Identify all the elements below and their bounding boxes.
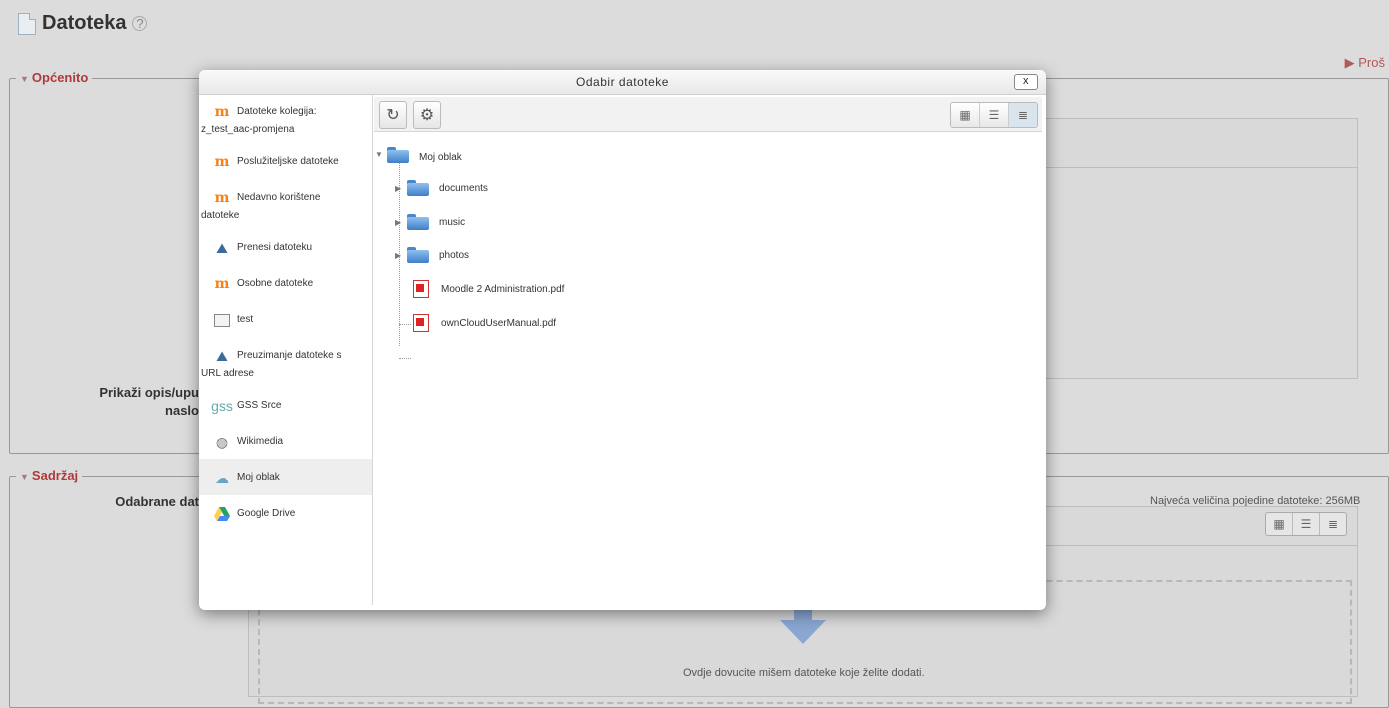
tree-node-file[interactable]: Moodle 2 Administration.pdf <box>413 280 564 298</box>
tree-node-folder[interactable]: ▶ photos <box>395 247 469 263</box>
sidebar-item-url-download[interactable]: ⛰ Preuzimanje datoteke s URL adrese <box>199 337 372 387</box>
sidebar-item-label: Osobne datoteke <box>237 278 314 289</box>
chevron-right-icon[interactable]: ▶ <box>395 251 407 260</box>
sidebar-item-owncloud[interactable]: ☁ Moj oblak <box>199 459 372 495</box>
settings-button[interactable]: ⚙ <box>413 101 441 129</box>
tree-view-icon[interactable]: ≣ <box>1320 513 1346 535</box>
chevron-down-icon[interactable]: ▼ <box>375 150 387 159</box>
editor-toolbar-bg <box>1040 118 1358 168</box>
show-description-label-2: naslo <box>165 403 199 418</box>
moodle-icon: m <box>214 154 230 170</box>
sidebar-item-private-files[interactable]: m Osobne datoteke <box>199 265 372 301</box>
sidebar-item-label: Datoteke kolegija: <box>237 106 317 117</box>
chevron-down-icon: ▼ <box>20 472 29 482</box>
wikimedia-icon: ◍ <box>215 434 229 450</box>
dialog-header: Odabir datoteke x <box>199 70 1046 95</box>
list-view-icon[interactable]: ☰ <box>980 103 1009 127</box>
tree-node-label: ownCloudUserManual.pdf <box>441 317 557 329</box>
sidebar-item-wikimedia[interactable]: ◍ Wikimedia <box>199 423 372 459</box>
sidebar-item-label: Wikimedia <box>237 436 284 447</box>
chevron-right-icon[interactable]: ▶ <box>395 218 407 227</box>
folder-icon <box>407 214 429 230</box>
selected-files-label: Odabrane dat <box>115 494 199 509</box>
filemanager-view-buttons: ▦ ☰ ≣ <box>1265 512 1347 536</box>
sidebar-item-label: Prenesi datoteku <box>237 242 313 253</box>
show-description-label: Prikaži opis/upu <box>99 385 199 400</box>
folder-icon <box>387 146 409 163</box>
sidebar-item-upload[interactable]: ⛰ Prenesi datoteku <box>199 229 372 265</box>
tree-node-label: music <box>439 216 466 228</box>
expand-all-link[interactable]: ▶ Proš <box>1345 55 1385 71</box>
pdf-icon <box>413 280 429 298</box>
file-icon <box>18 12 36 35</box>
icons-view-icon[interactable]: ▦ <box>951 103 980 127</box>
sidebar-item-label: GSS Srce <box>237 400 282 411</box>
owncloud-icon: ☁ <box>215 470 229 486</box>
close-button[interactable]: x <box>1014 74 1038 90</box>
google-drive-icon <box>213 506 231 522</box>
expand-all-label: Proš <box>1358 55 1385 70</box>
view-mode-buttons: ▦ ☰ ≣ <box>950 102 1038 128</box>
moodle-icon: m <box>214 276 230 292</box>
tree-node-file[interactable]: ownCloudUserManual.pdf <box>413 314 556 332</box>
content-legend[interactable]: ▼ Sadržaj <box>16 468 83 483</box>
sidebar-item-label-2: URL adrese <box>201 368 254 379</box>
file-picker-dialog: Odabir datoteke x m Datoteke kolegija: z_… <box>199 70 1046 610</box>
list-view-icon[interactable]: ☰ <box>1293 513 1320 535</box>
icons-view-icon[interactable]: ▦ <box>1266 513 1293 535</box>
close-icon: x <box>1023 75 1029 87</box>
drop-zone-text: Ovdje dovucite mišem datoteke koje želit… <box>683 667 925 679</box>
tree-node-folder[interactable]: ▶ music <box>395 214 465 230</box>
sidebar-item-label: test <box>237 314 254 325</box>
tree-view-icon[interactable]: ≣ <box>1009 103 1037 127</box>
sidebar-item-gss[interactable]: gss GSS Srce <box>199 387 372 423</box>
tree-node-label: photos <box>439 249 470 261</box>
dialog-title: Odabir datoteke <box>576 75 669 89</box>
tree-line <box>399 358 411 359</box>
download-url-icon: ⛰ <box>216 348 228 364</box>
repository-icon <box>213 312 231 328</box>
description-editor-bg[interactable] <box>1040 167 1358 379</box>
sidebar-item-label: Google Drive <box>237 508 296 519</box>
sidebar-item-google-drive[interactable]: Google Drive <box>199 495 372 531</box>
chevron-down-icon: ▼ <box>20 74 29 84</box>
tree-node-root[interactable]: ▼ Moj oblak <box>375 146 462 163</box>
content-legend-label: Sadržaj <box>31 468 79 483</box>
sidebar-item-recent-files[interactable]: m Nedavno korištene datoteke <box>199 179 372 229</box>
sidebar-item-label: Moj oblak <box>237 472 280 483</box>
refresh-button[interactable]: ↻ <box>379 101 407 129</box>
page-title: Datoteka ? <box>18 12 148 35</box>
repository-sidebar: m Datoteke kolegija: z_test_aac-promjena … <box>199 95 373 605</box>
page-title-text: Datoteka <box>42 12 127 34</box>
drop-arrow-icon <box>780 606 826 644</box>
refresh-icon: ↻ <box>386 107 400 124</box>
chevron-right-icon[interactable]: ▶ <box>395 184 407 193</box>
tree-node-label: Moodle 2 Administration.pdf <box>441 283 565 295</box>
moodle-icon: m <box>214 104 230 120</box>
sidebar-item-test[interactable]: test <box>199 301 372 337</box>
sidebar-item-label: Nedavno korištene <box>237 192 321 203</box>
tree-node-folder[interactable]: ▶ documents <box>395 180 488 196</box>
tree-line <box>399 324 411 325</box>
folder-icon <box>407 180 429 196</box>
upload-icon: ⛰ <box>216 240 228 256</box>
folder-icon <box>407 247 429 263</box>
general-legend-label: Općenito <box>31 70 89 85</box>
sidebar-item-label: Poslužiteljske datoteke <box>237 156 339 167</box>
pdf-icon <box>413 314 429 332</box>
sidebar-item-server-files[interactable]: m Poslužiteljske datoteke <box>199 143 372 179</box>
sidebar-item-label-2: z_test_aac-promjena <box>201 124 295 135</box>
tree-node-label: documents <box>439 182 488 194</box>
sidebar-item-label-2: datoteke <box>201 210 240 221</box>
sidebar-item-course-files[interactable]: m Datoteke kolegija: z_test_aac-promjena <box>199 95 372 143</box>
general-legend[interactable]: ▼ Općenito <box>16 70 93 85</box>
file-picker-toolbar: ↻ ⚙ ▦ ☰ ≣ <box>374 97 1042 132</box>
gss-icon: gss <box>211 398 233 414</box>
gear-icon: ⚙ <box>419 107 435 124</box>
sidebar-item-label: Preuzimanje datoteke s <box>237 350 342 361</box>
help-icon[interactable]: ? <box>132 16 148 31</box>
moodle-icon: m <box>214 190 230 206</box>
tree-node-label: Moj oblak <box>419 152 462 163</box>
